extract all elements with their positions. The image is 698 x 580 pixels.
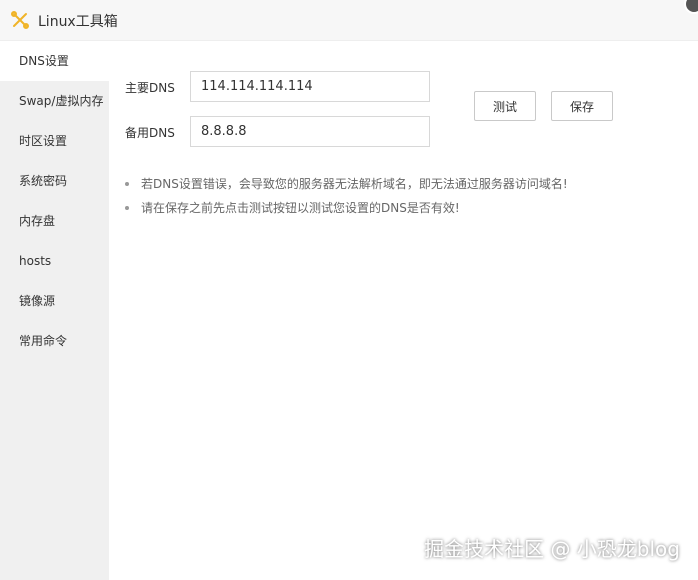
sidebar: DNS设置 Swap/虚拟内存 时区设置 系统密码 内存盘 hosts 镜像源 … (0, 41, 109, 580)
primary-dns-input[interactable] (190, 71, 430, 102)
sidebar-item-password[interactable]: 系统密码 (0, 161, 109, 201)
tip-item: 请在保存之前先点击测试按钮以测试您设置的DNS是否有效! (124, 199, 568, 223)
sidebar-item-mirror[interactable]: 镜像源 (0, 281, 109, 321)
backup-dns-label: 备用DNS (125, 126, 175, 140)
watermark: 掘金技术社区 @ 小恐龙blog (424, 537, 680, 561)
test-button[interactable]: 测试 (474, 91, 536, 121)
backup-dns-input[interactable] (190, 116, 430, 147)
save-button[interactable]: 保存 (551, 91, 613, 121)
tools-icon (11, 11, 29, 29)
sidebar-item-swap[interactable]: Swap/虚拟内存 (0, 81, 109, 121)
close-icon[interactable] (684, 0, 698, 14)
tip-item: 若DNS设置错误，会导致您的服务器无法解析域名，即无法通过服务器访问域名! (124, 175, 568, 199)
sidebar-item-commands[interactable]: 常用命令 (0, 321, 109, 361)
sidebar-item-hosts[interactable]: hosts (0, 241, 109, 281)
primary-dns-label: 主要DNS (125, 81, 175, 95)
sidebar-item-dns[interactable]: DNS设置 (0, 41, 109, 81)
tips-list: 若DNS设置错误，会导致您的服务器无法解析域名，即无法通过服务器访问域名! 请在… (124, 175, 568, 223)
sidebar-item-timezone[interactable]: 时区设置 (0, 121, 109, 161)
sidebar-item-ramdisk[interactable]: 内存盘 (0, 201, 109, 241)
app-title: Linux工具箱 (38, 14, 118, 30)
title-bar: Linux工具箱 (0, 0, 698, 41)
